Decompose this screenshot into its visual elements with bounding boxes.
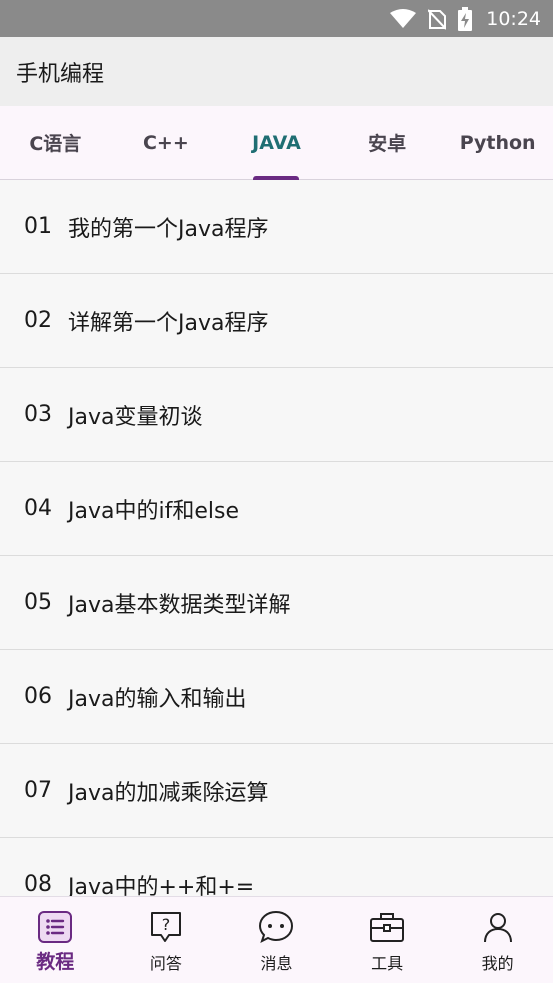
tab-android[interactable]: 安卓 — [332, 106, 443, 179]
app-bar: 手机编程 — [0, 37, 553, 106]
lesson-list[interactable]: 01 我的第一个Java程序 02 详解第一个Java程序 03 Java变量初… — [0, 180, 553, 896]
lesson-title: 我的第一个Java程序 — [68, 216, 269, 242]
nav-label: 教程 — [36, 951, 75, 973]
tab-cpp[interactable]: C++ — [111, 106, 222, 179]
bottom-nav: 教程 ? 问答 消息 工具 我的 — [0, 896, 553, 983]
svg-text:?: ? — [162, 915, 171, 934]
lesson-number: 05 — [24, 590, 52, 615]
nav-label: 消息 — [260, 954, 293, 973]
lesson-title: Java的加减乘除运算 — [68, 780, 269, 806]
lesson-number: 08 — [24, 872, 52, 896]
lesson-title: Java基本数据类型详解 — [68, 592, 291, 618]
nav-messages[interactable]: 消息 — [221, 897, 332, 983]
lesson-item[interactable]: 01 我的第一个Java程序 — [0, 180, 553, 274]
tab-python[interactable]: Python — [442, 106, 553, 179]
wifi-icon — [390, 8, 417, 29]
lesson-item[interactable]: 02 详解第一个Java程序 — [0, 274, 553, 368]
lesson-title: Java的输入和输出 — [68, 686, 247, 712]
question-icon: ? — [146, 909, 186, 945]
lesson-number: 04 — [24, 496, 52, 521]
nav-label: 问答 — [149, 954, 182, 973]
nav-label: 我的 — [481, 954, 514, 973]
lesson-number: 07 — [24, 778, 52, 803]
lesson-item[interactable]: 06 Java的输入和输出 — [0, 650, 553, 744]
lesson-item[interactable]: 03 Java变量初谈 — [0, 368, 553, 462]
lesson-item[interactable]: 07 Java的加减乘除运算 — [0, 744, 553, 838]
lesson-number: 03 — [24, 402, 52, 427]
lesson-number: 02 — [24, 308, 52, 333]
app-title: 手机编程 — [16, 61, 105, 87]
nav-tools[interactable]: 工具 — [332, 897, 443, 983]
lesson-item[interactable]: 05 Java基本数据类型详解 — [0, 556, 553, 650]
lesson-item[interactable]: 08 Java中的++和+= — [0, 838, 553, 896]
no-sim-icon — [428, 8, 447, 30]
list-icon — [35, 909, 75, 945]
person-icon — [478, 909, 518, 945]
nav-label: 工具 — [371, 954, 404, 973]
nav-qa[interactable]: ? 问答 — [111, 897, 222, 983]
status-bar: 10:24 — [0, 0, 553, 37]
nav-tutorial[interactable]: 教程 — [0, 897, 111, 983]
status-time: 10:24 — [486, 7, 541, 30]
lesson-number: 06 — [24, 684, 52, 709]
tab-bar: C语言 C++ JAVA 安卓 Python — [0, 106, 553, 180]
battery-charging-icon — [458, 6, 473, 31]
lesson-item[interactable]: 04 Java中的if和else — [0, 462, 553, 556]
tab-java[interactable]: JAVA — [221, 106, 332, 180]
chat-icon — [256, 909, 296, 945]
tab-c[interactable]: C语言 — [0, 106, 111, 179]
lesson-title: Java中的if和else — [68, 498, 239, 524]
lesson-number: 01 — [24, 214, 52, 239]
lesson-title: Java变量初谈 — [68, 404, 203, 430]
lesson-title: Java中的++和+= — [68, 874, 255, 897]
nav-profile[interactable]: 我的 — [442, 897, 553, 983]
lesson-title: 详解第一个Java程序 — [68, 310, 269, 336]
toolbox-icon — [367, 909, 407, 945]
